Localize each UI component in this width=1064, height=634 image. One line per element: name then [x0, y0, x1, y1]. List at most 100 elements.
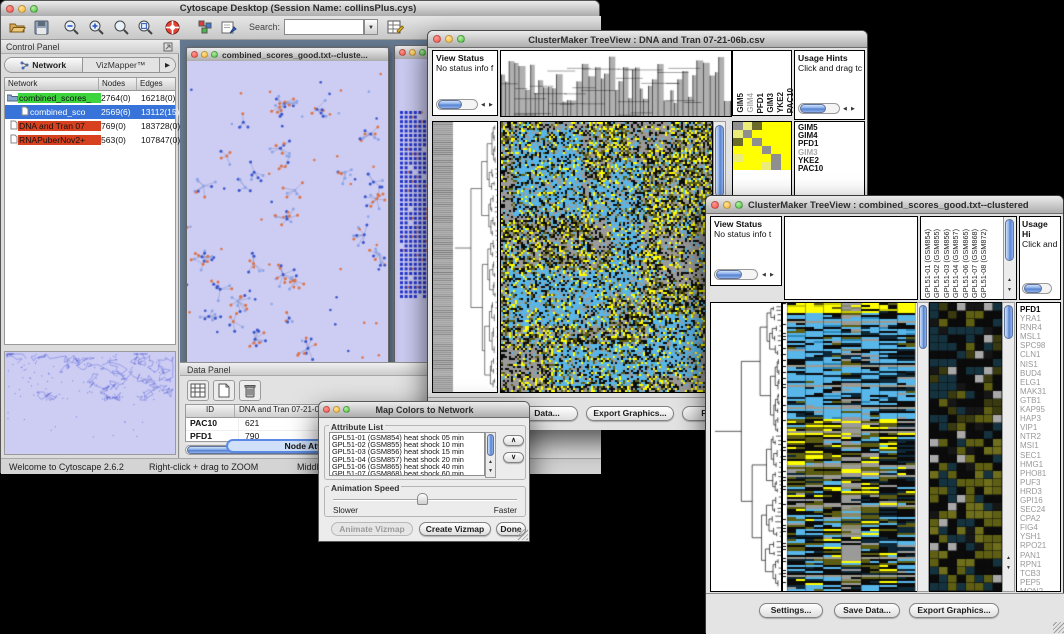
- tv2-status-scrollbar[interactable]: [714, 269, 758, 280]
- attribute-select-button[interactable]: [187, 380, 209, 401]
- scroll-left-icon[interactable]: ◀: [762, 272, 766, 278]
- new-attribute-button[interactable]: [213, 380, 235, 401]
- network-row[interactable]: combined_sco2569(6)13112(15): [5, 105, 175, 119]
- zoom-out-icon[interactable]: [63, 19, 80, 36]
- attribute-item[interactable]: GPL51-04 (GSM857) heat shock 20 min: [332, 456, 482, 463]
- animate-vizmap-button[interactable]: Animate Vizmap: [331, 522, 413, 536]
- close-icon[interactable]: [433, 35, 441, 43]
- tab-vizmapper[interactable]: VizMapper™: [83, 58, 161, 72]
- search-input[interactable]: [284, 19, 364, 35]
- main-titlebar[interactable]: Cytoscape Desktop (Session Name: collins…: [1, 1, 599, 17]
- network-table-header[interactable]: Network Nodes Edges: [5, 78, 175, 91]
- scroll-down-icon[interactable]: ▼: [1007, 287, 1012, 293]
- tab-network[interactable]: Network: [5, 58, 83, 72]
- zoom-icon[interactable]: [457, 35, 465, 43]
- attribute-list-scrollbar[interactable]: ▲ ▼: [485, 432, 496, 478]
- resize-grip[interactable]: [1053, 622, 1064, 633]
- zoom-icon[interactable]: [735, 201, 743, 209]
- network-canvas[interactable]: [187, 61, 388, 366]
- zoom-selected-icon[interactable]: [113, 19, 130, 36]
- col-edges[interactable]: Edges: [137, 78, 175, 90]
- col-nodes[interactable]: Nodes: [99, 78, 137, 90]
- table-edit-icon[interactable]: [387, 19, 404, 36]
- tv1-zoom-heatmap[interactable]: [733, 122, 791, 170]
- close-icon[interactable]: [399, 49, 406, 56]
- network-name[interactable]: combined_sco: [29, 107, 101, 117]
- window-controls[interactable]: [1, 5, 43, 13]
- tv2-hints-scrollbar[interactable]: [1022, 283, 1052, 294]
- minimize-icon[interactable]: [333, 406, 340, 413]
- tab-overflow-button[interactable]: ▶: [160, 58, 175, 72]
- minimize-icon[interactable]: [445, 35, 453, 43]
- attribute-item[interactable]: GPL51-07 (GSM868) heat shock 60 min: [332, 470, 482, 476]
- attribute-item[interactable]: GPL51-01 (GSM854) heat shock 05 min: [332, 434, 482, 441]
- attribute-item[interactable]: GPL51-06 (GSM865) heat shock 40 min: [332, 463, 482, 470]
- col-network[interactable]: Network: [5, 78, 99, 90]
- scroll-left-icon[interactable]: ◀: [843, 106, 847, 112]
- scroll-down-icon[interactable]: ▼: [1006, 565, 1011, 571]
- treeview1-titlebar[interactable]: ClusterMaker TreeView : DNA and Tran 07-…: [428, 31, 867, 48]
- delete-attribute-button[interactable]: [239, 380, 261, 401]
- network-row[interactable]: combined_scores_2764(0)16218(0): [5, 91, 175, 105]
- network-row[interactable]: RNAPuberNov2+563(0)107847(0): [5, 133, 175, 147]
- annotation-icon[interactable]: [221, 20, 237, 35]
- network-name[interactable]: combined_scores_: [18, 93, 101, 103]
- save-icon[interactable]: [34, 20, 49, 35]
- close-icon[interactable]: [6, 5, 14, 13]
- open-folder-icon[interactable]: [9, 20, 26, 35]
- search-dropdown-button[interactable]: ▼: [364, 19, 378, 35]
- network-row[interactable]: DNA and Tran 07769(0)183728(0): [5, 119, 175, 133]
- export-graphics-button[interactable]: Export Graphics...: [586, 406, 674, 421]
- tv2-global-vscrollbar[interactable]: [917, 302, 929, 592]
- move-down-button[interactable]: ∨: [503, 452, 524, 463]
- modules-icon[interactable]: [198, 20, 213, 35]
- scroll-right-icon[interactable]: ▶: [770, 272, 774, 278]
- network-name[interactable]: RNAPuberNov2+: [18, 135, 101, 145]
- tv2-collabel-vscrollbar[interactable]: ▲ ▼: [1003, 217, 1016, 299]
- tv2-zoom-vscrollbar[interactable]: ▲ ▼: [1002, 302, 1015, 592]
- minimize-icon[interactable]: [723, 201, 731, 209]
- minimize-icon[interactable]: [409, 49, 416, 56]
- minimize-icon[interactable]: [201, 51, 208, 58]
- zoom-in-icon[interactable]: [88, 19, 105, 36]
- export-graphics-button[interactable]: Export Graphics...: [909, 603, 999, 618]
- scroll-left-icon[interactable]: ◀: [481, 102, 485, 108]
- zoom-icon[interactable]: [30, 5, 38, 13]
- create-vizmap-button[interactable]: Create Vizmap: [419, 522, 491, 536]
- tv1-row-dendrogram[interactable]: [432, 121, 498, 393]
- attribute-list[interactable]: GPL51-01 (GSM854) heat shock 05 minGPL51…: [329, 432, 485, 476]
- tv2-global-heatmap[interactable]: [782, 302, 918, 592]
- scroll-up-icon[interactable]: ▲: [488, 459, 493, 465]
- col-id[interactable]: ID: [186, 405, 235, 417]
- tv1-status-scrollbar[interactable]: [436, 99, 478, 110]
- tv1-hints-scrollbar[interactable]: [798, 103, 840, 114]
- scroll-down-icon[interactable]: ▼: [488, 468, 493, 474]
- scroll-up-icon[interactable]: ▲: [1006, 555, 1011, 561]
- close-icon[interactable]: [323, 406, 330, 413]
- tv1-column-dendrogram[interactable]: [500, 50, 732, 117]
- tv1-global-heatmap[interactable]: [500, 121, 713, 393]
- network-name[interactable]: DNA and Tran 07: [18, 121, 101, 131]
- float-panel-icon[interactable]: [163, 42, 173, 52]
- speed-slider-thumb[interactable]: [417, 493, 428, 505]
- close-icon[interactable]: [191, 51, 198, 58]
- zoom-icon[interactable]: [211, 51, 218, 58]
- zoom-fit-icon[interactable]: [137, 19, 154, 36]
- treeview2-titlebar[interactable]: ClusterMaker TreeView : combined_scores_…: [706, 196, 1063, 214]
- tv2-column-dendrogram-area[interactable]: [784, 216, 918, 300]
- attribute-item[interactable]: GPL51-02 (GSM855) heat shock 10 min: [332, 441, 482, 448]
- tv2-row-dendrogram[interactable]: [710, 302, 782, 592]
- birds-eye-view[interactable]: [4, 351, 176, 455]
- zoom-icon[interactable]: [343, 406, 350, 413]
- resize-grip[interactable]: [517, 529, 528, 540]
- help-lifesaver-icon[interactable]: [164, 19, 181, 36]
- attribute-item[interactable]: GPL51-03 (GSM856) heat shock 15 min: [332, 448, 482, 455]
- close-icon[interactable]: [711, 201, 719, 209]
- settings-button[interactable]: Settings...: [759, 603, 823, 618]
- scroll-right-icon[interactable]: ▶: [489, 102, 493, 108]
- tv2-zoom-heatmap[interactable]: [929, 302, 1003, 592]
- minimize-icon[interactable]: [18, 5, 26, 13]
- save-data-button[interactable]: Save Data...: [834, 603, 900, 618]
- scroll-right-icon[interactable]: ▶: [851, 106, 855, 112]
- dialog-titlebar[interactable]: Map Colors to Network: [319, 402, 529, 418]
